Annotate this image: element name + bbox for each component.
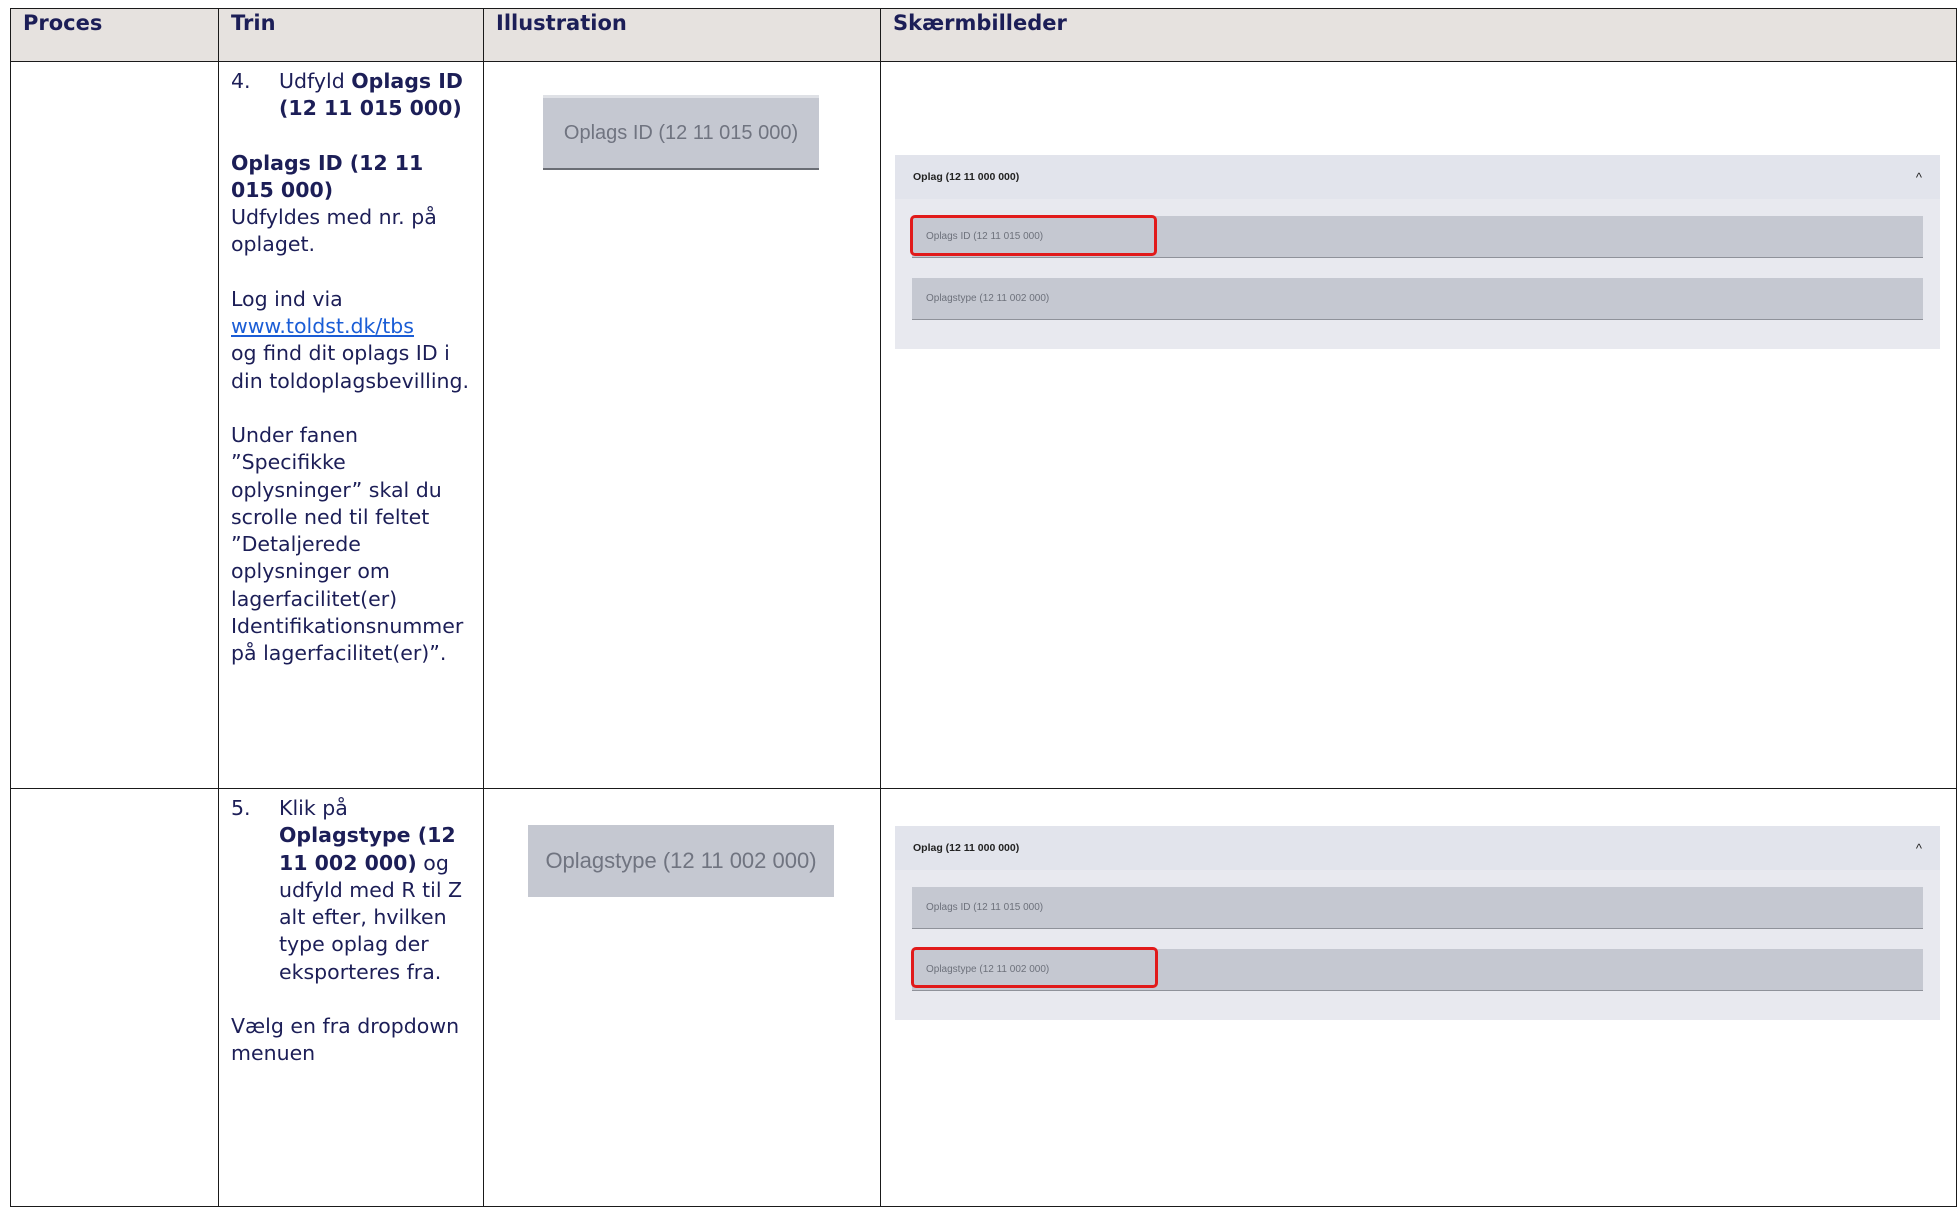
header-illustration: Illustration <box>483 8 881 62</box>
table-header-row: Proces Trin Illustration Skærmbilleder <box>10 8 1957 62</box>
oplag-panel: Oplag (12 11 000 000) ^ Oplags ID (12 11… <box>895 155 1940 349</box>
step-text: Klik på Oplagstype (12 11 002 000) og ud… <box>279 795 473 986</box>
illustration-cell: Oplagstype (12 11 002 000) <box>483 788 881 1207</box>
oplag-panel: Oplag (12 11 000 000) ^ Oplags ID (12 11… <box>895 826 1940 1020</box>
field-desc-text: Udfyldes med nr. på oplaget. <box>231 205 437 257</box>
table-row: 5. Klik på Oplagstype (12 11 002 000) og… <box>10 788 1957 1207</box>
highlight-box <box>911 947 1158 988</box>
document-page: Proces Trin Illustration Skærmbilleder 4… <box>10 8 1959 1207</box>
screenshot-cell: Oplag (12 11 000 000) ^ Oplags ID (12 11… <box>880 788 1957 1207</box>
header-screenshots: Skærmbilleder <box>880 8 1957 62</box>
panel-header[interactable]: Oplag (12 11 000 000) ^ <box>895 826 1940 870</box>
step-number: 5. <box>231 796 251 820</box>
step-item: 5. Klik på Oplagstype (12 11 002 000) og… <box>231 795 473 986</box>
step-item: 4. Udfyld Oplags ID (12 11 015 000) <box>231 68 473 123</box>
process-table: Proces Trin Illustration Skærmbilleder 4… <box>10 8 1957 1207</box>
trin-cell: 4. Udfyld Oplags ID (12 11 015 000) Opla… <box>218 61 484 789</box>
oplags-id-field[interactable]: Oplags ID (12 11 015 000) <box>912 887 1923 929</box>
field-description: Oplags ID (12 11 015 000) Udfyldes med n… <box>231 150 473 259</box>
screenshot-cell: Oplag (12 11 000 000) ^ Oplags ID (12 11… <box>880 61 1957 789</box>
step-text: Udfyld Oplags ID (12 11 015 000) <box>279 68 473 123</box>
login-paragraph: Log ind via www.toldst.dk/tbs og find di… <box>231 286 473 395</box>
instruction-text: Vælg en fra dropdown menuen <box>231 1014 460 1066</box>
chevron-up-icon[interactable]: ^ <box>1916 841 1922 856</box>
step-number: 4. <box>231 69 251 93</box>
tbs-link[interactable]: www.toldst.dk/tbs <box>231 314 414 338</box>
panel-title: Oplag (12 11 000 000) <box>913 842 1020 854</box>
oplagstype-illustration: Oplagstype (12 11 002 000) <box>528 825 834 897</box>
step-prefix: Klik på <box>279 796 348 820</box>
header-proces: Proces <box>10 8 219 62</box>
table-row: 4. Udfyld Oplags ID (12 11 015 000) Opla… <box>10 61 1957 789</box>
panel-header[interactable]: Oplag (12 11 000 000) ^ <box>895 155 1940 199</box>
oplags-id-illustration: Oplags ID (12 11 015 000) <box>543 95 819 170</box>
proces-cell <box>10 61 219 789</box>
proces-cell <box>10 788 219 1207</box>
panel-title: Oplag (12 11 000 000) <box>913 171 1020 183</box>
login-suffix: og find dit oplags ID i din toldoplagsbe… <box>231 341 470 393</box>
field-heading: Oplags ID (12 11 015 000) <box>231 150 424 202</box>
chevron-up-icon[interactable]: ^ <box>1916 170 1922 185</box>
header-trin: Trin <box>218 8 484 62</box>
oplagstype-field[interactable]: Oplagstype (12 11 002 000) <box>912 278 1923 320</box>
step-prefix: Udfyld <box>279 69 352 93</box>
trin-cell: 5. Klik på Oplagstype (12 11 002 000) og… <box>218 788 484 1207</box>
instruction-text: Under fanen ”Specifikke oplysninger” ska… <box>231 422 464 666</box>
illustration-cell: Oplags ID (12 11 015 000) <box>483 61 881 789</box>
login-prefix: Log ind via <box>231 286 343 311</box>
highlight-box <box>910 215 1157 256</box>
